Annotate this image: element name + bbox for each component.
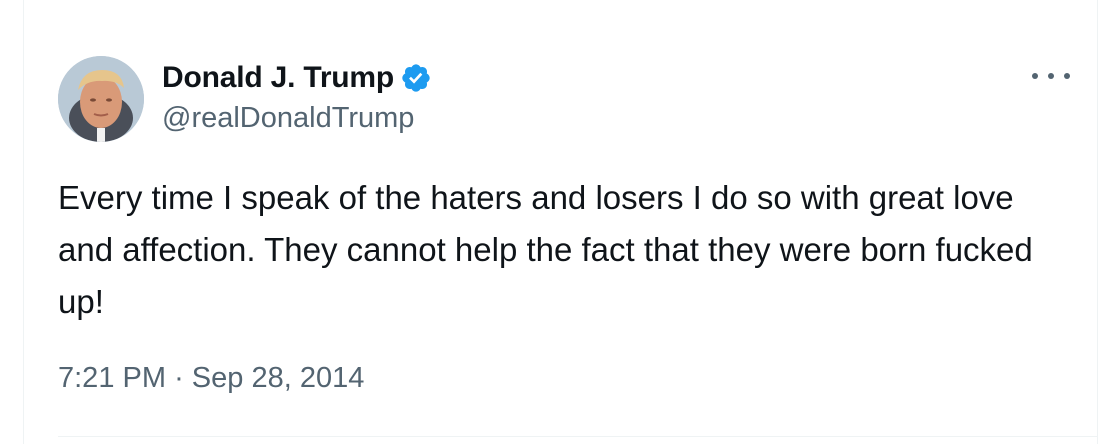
tweet-date: Sep 28, 2014 bbox=[191, 362, 365, 394]
tweet-time: 7:21 PM bbox=[58, 362, 166, 394]
author-block: Donald J. Trump @realDonaldTrump bbox=[162, 58, 432, 135]
author-name-row: Donald J. Trump bbox=[162, 58, 432, 98]
tweet-timestamp[interactable]: 7:21 PM · Sep 28, 2014 bbox=[58, 362, 364, 395]
avatar-photo-icon bbox=[58, 56, 144, 142]
verified-badge-icon[interactable] bbox=[400, 62, 432, 94]
timestamp-separator: · bbox=[174, 362, 184, 394]
avatar[interactable] bbox=[58, 56, 144, 142]
tweet-divider bbox=[58, 436, 1097, 437]
author-handle[interactable]: @realDonaldTrump bbox=[162, 102, 432, 135]
more-options-icon[interactable] bbox=[1032, 66, 1070, 86]
tweet-text: Every time I speak of the haters and los… bbox=[58, 179, 1042, 320]
more-dot bbox=[1064, 73, 1070, 79]
tweet-header: Donald J. Trump @realDonaldTrump bbox=[58, 56, 1058, 142]
more-dot bbox=[1048, 73, 1054, 79]
author-display-name[interactable]: Donald J. Trump bbox=[162, 61, 394, 95]
more-dot bbox=[1032, 73, 1038, 79]
frame-right-border bbox=[1097, 0, 1098, 444]
tweet-card: Donald J. Trump @realDonaldTrump Every t… bbox=[24, 0, 1097, 444]
